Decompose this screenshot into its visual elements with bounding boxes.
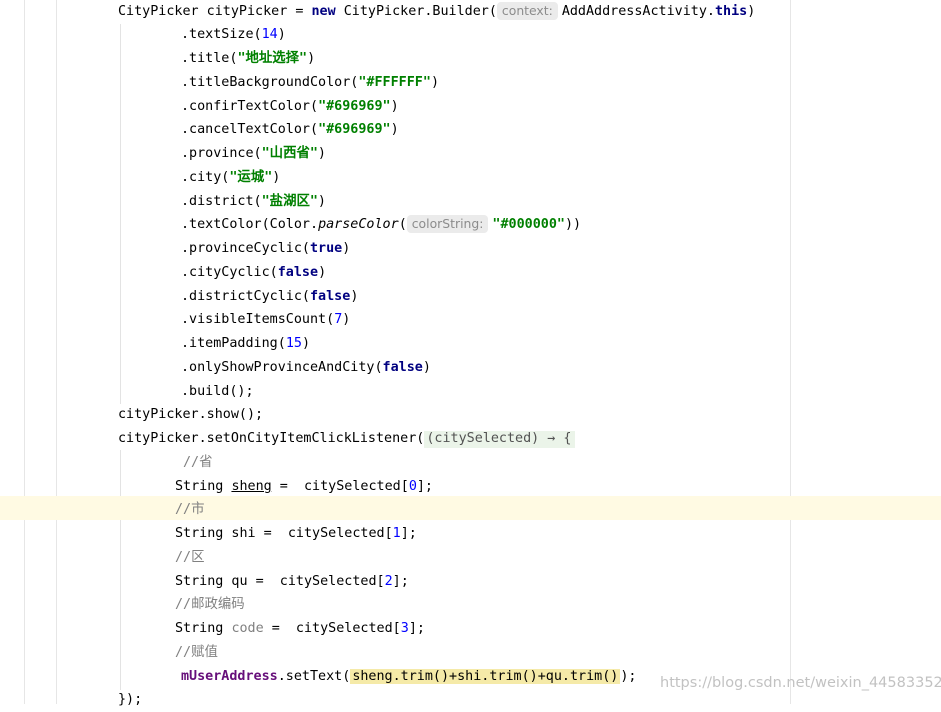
code-line[interactable]: .confirTextColor("#696969") (181, 95, 399, 119)
comment: //市 (175, 502, 205, 517)
selection-highlight[interactable]: sheng.trim()+shi.trim()+qu.trim() (350, 669, 621, 684)
comment: //区 (175, 550, 205, 565)
code-line[interactable]: .onlyShowProvinceAndCity(false) (181, 356, 431, 380)
param-hint: context: (496, 2, 558, 20)
lambda-fold[interactable]: (citySelected) → { (424, 431, 576, 448)
code-line[interactable]: mUserAddress.setText(sheng.trim()+shi.tr… (181, 665, 636, 689)
code-line[interactable]: }); (118, 688, 142, 712)
code-line[interactable]: .cancelTextColor("#696969") (181, 118, 399, 142)
code-line[interactable]: .textSize(14) (181, 23, 286, 47)
code-line[interactable]: .district("盐湖区") (181, 190, 326, 214)
comment: //邮政编码 (175, 597, 245, 612)
comment: //省 (183, 455, 213, 470)
comment: //赋值 (175, 645, 218, 660)
code-line[interactable]: String qu = citySelected[2]; (175, 570, 409, 594)
current-line-highlight (0, 496, 941, 520)
code-line[interactable]: .province("山西省") (181, 142, 326, 166)
indent-guide (120, 450, 121, 690)
code-editor[interactable]: CityPicker cityPicker = new CityPicker.B… (0, 0, 941, 707)
watermark: https://blog.csdn.net/weixin_44583352 (660, 675, 941, 691)
indent-guide (56, 0, 57, 704)
code-line[interactable]: .titleBackgroundColor("#FFFFFF") (181, 71, 439, 95)
code-line[interactable]: CityPicker cityPicker = new CityPicker.B… (118, 0, 755, 24)
code-line[interactable]: String code = citySelected[3]; (175, 617, 425, 641)
code-line[interactable]: .districtCyclic(false) (181, 285, 358, 309)
code-line[interactable]: .build(); (181, 380, 254, 404)
code-line[interactable]: String shi = citySelected[1]; (175, 522, 417, 546)
code-line[interactable]: .city("运城") (181, 166, 280, 190)
code-line[interactable]: cityPicker.show(); (118, 403, 263, 427)
code-line[interactable]: String sheng = citySelected[0]; (175, 475, 433, 499)
code-line[interactable]: .cityCyclic(false) (181, 261, 326, 285)
code-line[interactable]: .textColor(Color.parseColor(colorString:… (181, 213, 581, 237)
code-line[interactable]: .provinceCyclic(true) (181, 237, 350, 261)
indent-guide (120, 24, 121, 404)
code-line[interactable]: cityPicker.setOnCityItemClickListener((c… (118, 427, 576, 451)
code-line[interactable]: .visibleItemsCount(7) (181, 308, 350, 332)
gutter-guide (24, 0, 25, 704)
right-margin-line (790, 0, 791, 704)
code-line[interactable]: .title("地址选择") (181, 47, 315, 71)
code-line[interactable]: .itemPadding(15) (181, 332, 310, 356)
param-hint: colorString: (406, 215, 489, 233)
